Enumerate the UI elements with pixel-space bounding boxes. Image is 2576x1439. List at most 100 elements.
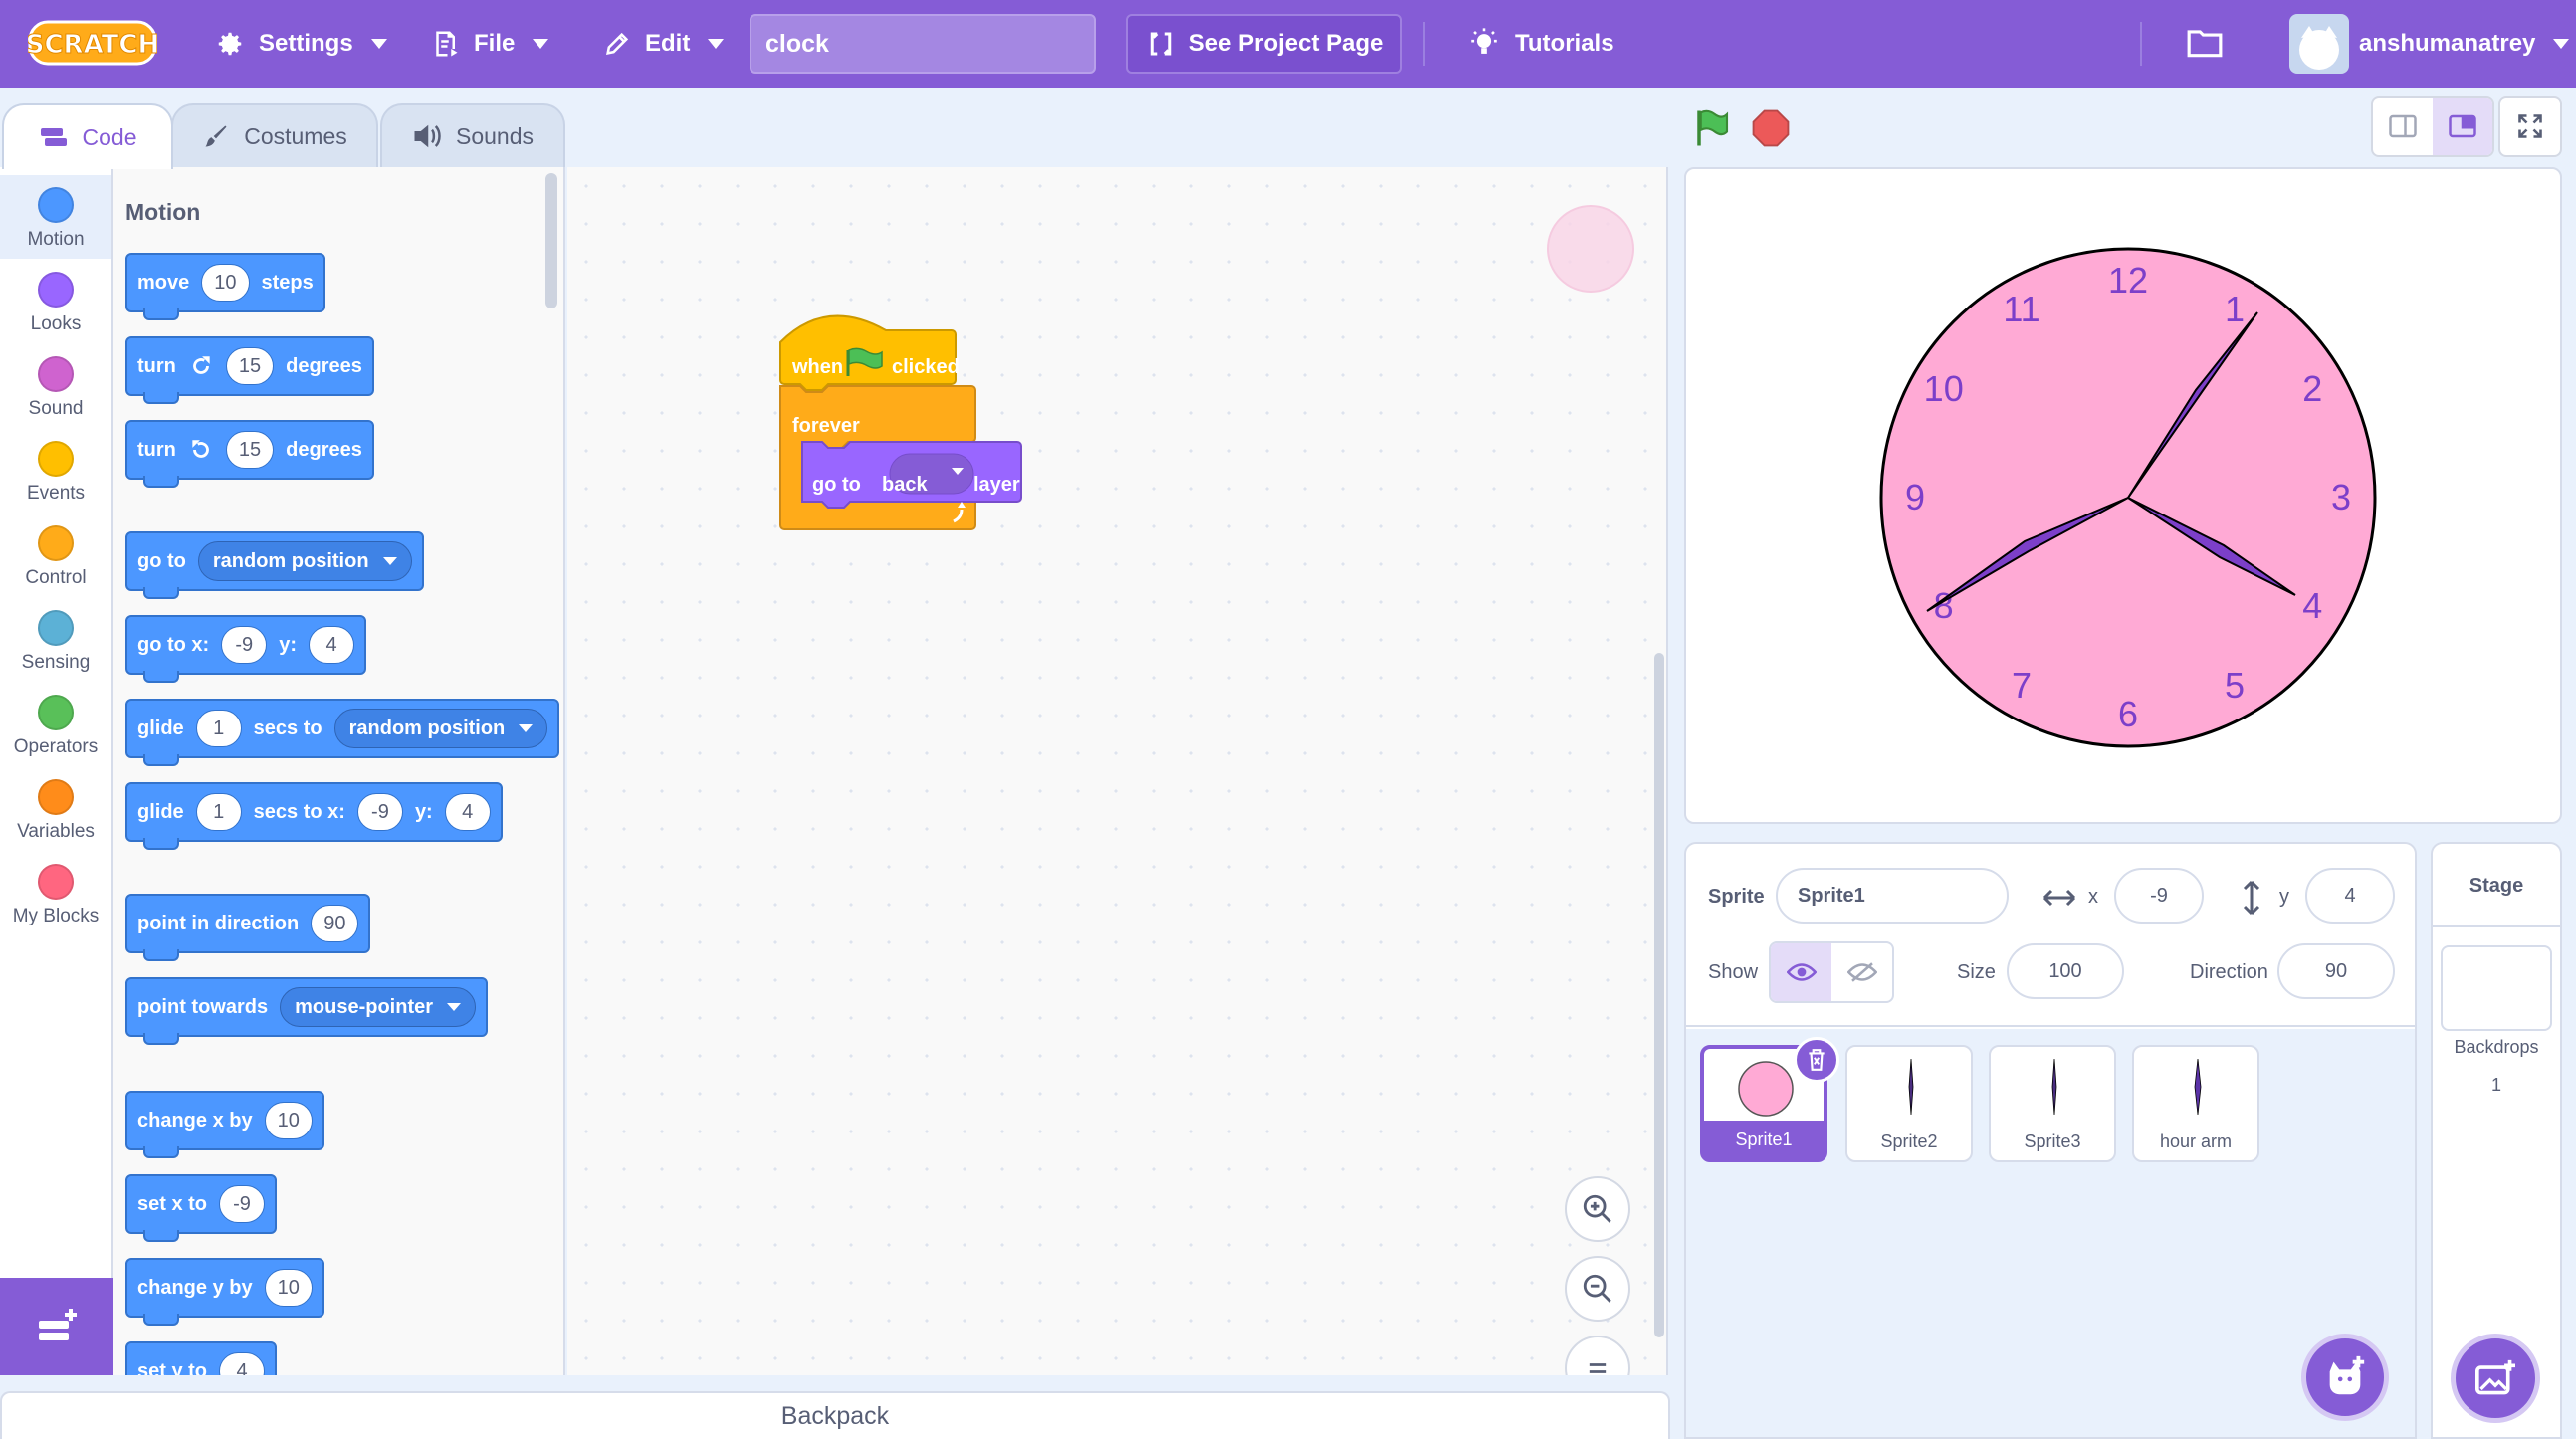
hour-arm-thumbnail: [2194, 1058, 2202, 1116]
add-sprite-button[interactable]: [2301, 1334, 2389, 1421]
menu-divider: [1423, 22, 1425, 66]
category-my-blocks[interactable]: My Blocks: [0, 852, 111, 935]
block-turn-left[interactable]: turn 15 degrees: [125, 420, 374, 488]
category-sensing[interactable]: Sensing: [0, 598, 111, 682]
secs-input[interactable]: 1: [195, 793, 242, 831]
glide-target-dropdown[interactable]: random position: [333, 709, 548, 748]
forever-text: forever: [792, 415, 860, 437]
chevron-down-icon: [519, 724, 534, 732]
small-stage-button[interactable]: [2373, 98, 2433, 155]
large-stage-button[interactable]: [2433, 98, 2492, 155]
see-project-page-button[interactable]: See Project Page: [1126, 14, 1402, 74]
y-input[interactable]: 4: [309, 626, 355, 664]
stop-icon[interactable]: [1752, 109, 1790, 147]
show-label: Show: [1708, 961, 1759, 983]
y-field[interactable]: 4: [2305, 868, 2395, 924]
zoom-reset-button[interactable]: [1565, 1336, 1630, 1375]
tutorials-label: Tutorials: [1515, 30, 1614, 57]
category-control[interactable]: Control: [0, 514, 111, 597]
category-label: Events: [26, 483, 86, 504]
avatar[interactable]: [2289, 14, 2349, 74]
secs-input[interactable]: 1: [195, 710, 242, 747]
sprite-tile-sprite1[interactable]: Sprite1: [1700, 1037, 1839, 1162]
x-input[interactable]: -9: [221, 626, 268, 664]
category-motion[interactable]: Motion: [0, 175, 111, 259]
edit-menu[interactable]: Edit: [603, 0, 725, 88]
scratch-logo[interactable]: SCRATCH: [28, 18, 157, 68]
zoom-in-button[interactable]: [1565, 1176, 1630, 1242]
x-field[interactable]: -9: [2114, 868, 2204, 924]
backpack-bar[interactable]: Backpack: [0, 1391, 1670, 1439]
show-visible-button[interactable]: [1771, 943, 1831, 1001]
block-change-x[interactable]: change x by 10: [125, 1091, 324, 1158]
folder-icon[interactable]: [2186, 26, 2224, 60]
layer-dropdown[interactable]: back: [882, 474, 928, 497]
category-variables[interactable]: Variables: [0, 767, 111, 851]
category-sound[interactable]: Sound: [0, 344, 111, 428]
degrees-input[interactable]: 15: [225, 431, 275, 469]
goto-target-dropdown[interactable]: random position: [197, 541, 412, 581]
speaker-icon: [414, 124, 441, 148]
sensing-color-dot: [38, 610, 74, 646]
block-set-x[interactable]: set x to -9: [125, 1174, 278, 1242]
goto-layer-text: go to: [812, 474, 861, 496]
dropdown-value: random position: [348, 717, 506, 739]
category-looks[interactable]: Looks: [0, 260, 111, 343]
category-events[interactable]: Events: [0, 429, 111, 513]
lightbulb-icon: [1471, 28, 1497, 54]
add-extension-button[interactable]: [0, 1278, 113, 1375]
direction-field[interactable]: 90: [2277, 943, 2395, 999]
clock-sprite: 121234567891011: [1879, 247, 2377, 748]
tab-costumes[interactable]: Costumes: [171, 103, 378, 167]
script-scrollbar[interactable]: [1654, 653, 1664, 1337]
sprite-name-field[interactable]: Sprite1: [1776, 868, 2009, 924]
fullscreen-button[interactable]: [2498, 96, 2562, 157]
steps-input[interactable]: 10: [201, 264, 250, 302]
block-change-y[interactable]: change y by 10: [125, 1258, 324, 1326]
block-text: steps: [261, 271, 314, 294]
large-stage-icon: [2449, 114, 2476, 138]
show-hidden-button[interactable]: [1831, 943, 1892, 1001]
sprite-tile-sprite3[interactable]: Sprite3: [1989, 1045, 2116, 1162]
block-point-towards[interactable]: point towards mouse-pointer: [125, 977, 489, 1045]
direction-input[interactable]: 90: [311, 905, 359, 942]
clock-number: 1: [2225, 289, 2245, 329]
x-input[interactable]: -9: [356, 793, 403, 831]
tutorials-button[interactable]: Tutorials: [1467, 0, 1614, 88]
add-backdrop-button[interactable]: [2451, 1334, 2540, 1423]
script-area[interactable]: when clicked forever go to back layer: [567, 167, 1668, 1375]
stage[interactable]: 12 1 2 3 4 5 6 7 8 9 10 11: [1684, 167, 2562, 824]
settings-menu[interactable]: Settings: [215, 0, 387, 88]
block-go-to-target[interactable]: go to random position: [125, 531, 424, 599]
block-go-to-xy[interactable]: go to x: -9 y: 4: [125, 615, 367, 683]
block-turn-right[interactable]: turn 15 degrees: [125, 336, 374, 404]
clock-number: 11: [2003, 289, 2039, 329]
file-menu[interactable]: File: [430, 0, 549, 88]
size-field[interactable]: 100: [2007, 943, 2124, 999]
set-y-input[interactable]: 4: [219, 1352, 266, 1375]
change-y-input[interactable]: 10: [264, 1269, 313, 1307]
sprite-tile-sprite2[interactable]: Sprite2: [1845, 1045, 1973, 1162]
block-glide-to-target[interactable]: glide 1 secs to random position: [125, 699, 560, 766]
delete-sprite-button[interactable]: [1794, 1037, 1839, 1083]
svg-text:SCRATCH: SCRATCH: [28, 30, 157, 60]
block-point-in-direction[interactable]: point in direction 90: [125, 894, 371, 961]
point-towards-dropdown[interactable]: mouse-pointer: [280, 987, 477, 1027]
tab-sounds[interactable]: Sounds: [380, 103, 565, 167]
category-operators[interactable]: Operators: [0, 683, 111, 766]
project-title-input[interactable]: clock: [750, 14, 1096, 74]
block-move-steps[interactable]: move 10 steps: [125, 253, 325, 320]
zoom-out-button[interactable]: [1565, 1256, 1630, 1322]
block-set-y[interactable]: set y to 4: [125, 1341, 278, 1375]
account-menu[interactable]: anshumanatrey: [2359, 0, 2570, 88]
tab-code[interactable]: Code: [2, 103, 173, 169]
block-text: degrees: [286, 438, 362, 461]
change-x-input[interactable]: 10: [264, 1102, 313, 1139]
sprite-tile-hour-arm[interactable]: hour arm: [2132, 1045, 2259, 1162]
set-x-input[interactable]: -9: [219, 1185, 266, 1223]
degrees-input[interactable]: 15: [225, 347, 275, 385]
green-flag-icon[interactable]: [1692, 107, 1734, 149]
block-glide-to-xy[interactable]: glide 1 secs to x: -9 y: 4: [125, 782, 503, 850]
y-input[interactable]: 4: [444, 793, 491, 831]
palette-scrollbar[interactable]: [545, 173, 557, 308]
